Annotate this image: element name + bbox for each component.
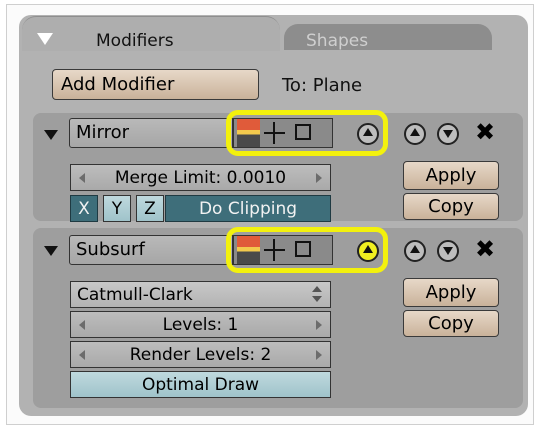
mirror-axis-x-toggle[interactable]: X <box>70 195 98 222</box>
mirror-axis-z-toggle[interactable]: Z <box>136 195 164 222</box>
optimal-draw-toggle[interactable]: Optimal Draw <box>70 371 331 398</box>
mirror-name-field[interactable]: Mirror <box>69 118 233 148</box>
subdivision-type-select[interactable]: Catmull-Clark <box>70 281 331 308</box>
subsurf-move-up-icon[interactable] <box>404 240 426 262</box>
mirror-copy-button[interactable]: Copy <box>403 193 499 220</box>
do-clipping-toggle[interactable]: Do Clipping <box>165 195 331 222</box>
subsurf-expand-triangle-icon[interactable] <box>44 246 58 256</box>
tab-shapes-label: Shapes <box>306 31 369 51</box>
subsurf-copy-button[interactable]: Copy <box>403 310 499 337</box>
subsurf-name-field[interactable]: Subsurf <box>69 235 233 265</box>
panel-collapse-arrow-icon[interactable] <box>37 33 53 45</box>
tab-modifiers-label: Modifiers <box>96 31 174 51</box>
mirror-apply-button[interactable]: Apply <box>403 161 499 190</box>
mirror-move-down-icon[interactable] <box>437 123 459 145</box>
increment-arrow-icon[interactable] <box>316 350 322 360</box>
render-levels-label: Render Levels: 2 <box>129 345 272 365</box>
mirror-expand-triangle-icon[interactable] <box>44 130 58 140</box>
levels-label: Levels: 1 <box>162 315 239 335</box>
merge-limit-label: Merge Limit: 0.0010 <box>114 168 287 188</box>
decrement-arrow-icon[interactable] <box>79 350 85 360</box>
subsurf-apply-button[interactable]: Apply <box>403 278 499 307</box>
target-object-label: To: Plane <box>282 75 363 96</box>
decrement-arrow-icon[interactable] <box>79 173 85 183</box>
add-modifier-button[interactable]: Add Modifier <box>52 69 259 100</box>
decrement-arrow-icon[interactable] <box>79 320 85 330</box>
subsurf-cage-icon[interactable] <box>357 240 379 262</box>
levels-field[interactable]: Levels: 1 <box>70 311 331 338</box>
increment-arrow-icon[interactable] <box>316 173 322 183</box>
mirror-cage-icon[interactable] <box>357 123 379 145</box>
subdivision-type-value: Catmull-Clark <box>77 285 193 305</box>
select-updown-icon <box>312 286 322 304</box>
mirror-delete-icon[interactable]: ✖ <box>475 118 495 146</box>
mirror-axis-y-toggle[interactable]: Y <box>103 195 131 222</box>
merge-limit-field[interactable]: Merge Limit: 0.0010 <box>70 164 331 191</box>
subsurf-move-down-icon[interactable] <box>437 240 459 262</box>
increment-arrow-icon[interactable] <box>316 320 322 330</box>
mirror-move-up-icon[interactable] <box>404 123 426 145</box>
subsurf-delete-icon[interactable]: ✖ <box>475 235 495 263</box>
render-levels-field[interactable]: Render Levels: 2 <box>70 341 331 368</box>
